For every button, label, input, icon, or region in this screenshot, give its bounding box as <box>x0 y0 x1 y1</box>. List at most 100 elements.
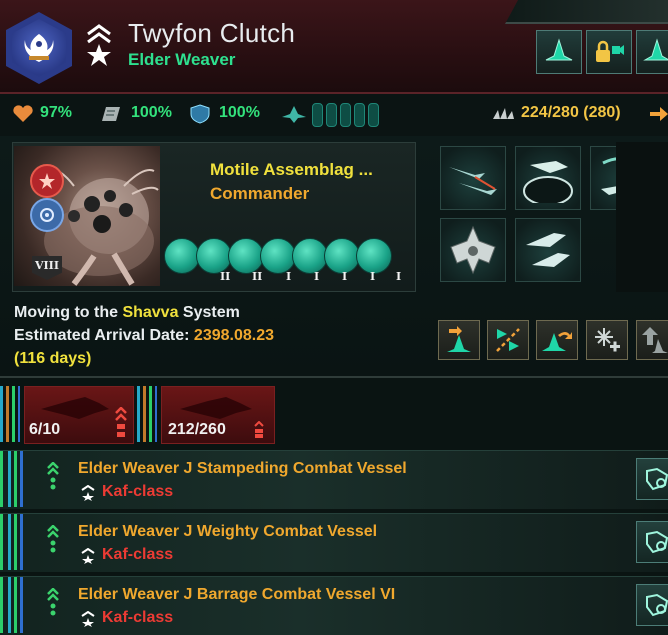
merge-fleet-button[interactable] <box>536 320 578 360</box>
group-count: 6/10 <box>29 421 61 438</box>
trait-rank: I <box>314 270 320 283</box>
trait-icon[interactable] <box>164 238 200 274</box>
titan-icon <box>450 225 496 275</box>
row-stripe <box>8 514 11 570</box>
commander-level-text: VIII <box>35 259 59 272</box>
class-rank-icon <box>81 611 95 627</box>
group-stripe <box>18 386 20 442</box>
move-fleet-icon <box>447 326 471 352</box>
rank-chevrons-icon <box>115 407 127 437</box>
cloak-icon <box>282 106 306 123</box>
fleet-type: Elder Weaver <box>128 50 236 69</box>
arrival-date: 2398.08.23 <box>193 327 274 344</box>
trait-icon[interactable] <box>324 238 360 274</box>
destination-system[interactable]: Shavva <box>122 304 178 321</box>
ship-design-corvette[interactable] <box>440 146 506 210</box>
frigate-icon <box>526 233 570 267</box>
row-stripe <box>20 514 23 570</box>
fleet-name[interactable]: Twyfon Clutch <box>128 18 295 49</box>
corvette-icon <box>449 167 497 195</box>
lock-camera-button[interactable] <box>586 30 632 74</box>
arrival-label: Estimated Arrival Date: <box>14 327 194 344</box>
row-stripe <box>8 451 11 507</box>
ship-detail-button[interactable] <box>636 458 668 500</box>
rank-chevrons-icon <box>254 421 264 438</box>
trait-icon[interactable] <box>228 238 264 274</box>
move-fleet-button[interactable] <box>438 320 480 360</box>
ship-detail-icon <box>646 467 668 491</box>
group-stripe <box>155 386 157 442</box>
shield-icon <box>190 104 210 124</box>
row-stripe <box>20 451 23 507</box>
ship-class: Kaf-class <box>102 546 174 563</box>
commander-name[interactable]: Motile Assemblag ... <box>210 160 373 180</box>
group-stripe <box>143 386 146 442</box>
group-stripe <box>0 386 3 442</box>
naval-capacity-value: 224/280 (280) <box>521 104 621 121</box>
shield-value: 100% <box>219 104 260 121</box>
ship-design-titan[interactable] <box>440 218 506 282</box>
cloak-pip <box>340 103 351 127</box>
fleet-options-button[interactable] <box>636 30 668 74</box>
movement-suffix: System <box>178 304 240 321</box>
destroyer-icon <box>523 161 573 203</box>
group-stripe <box>149 386 152 442</box>
ship-class: Kaf-class <box>102 609 174 626</box>
group-stripe <box>12 386 15 442</box>
fleet-options-icon <box>643 38 668 61</box>
class-rank-icon <box>81 485 95 501</box>
armor-icon <box>102 107 120 121</box>
ship-group-tile[interactable]: 6/10 <box>24 386 134 444</box>
ship-silhouette-icon <box>41 397 109 419</box>
trait-rank: I <box>370 270 376 283</box>
upgrade-button[interactable] <box>636 320 668 360</box>
commander-portrait[interactable]: VIII <box>14 146 160 286</box>
ship-rank-icon <box>47 588 59 616</box>
ship-row[interactable] <box>0 450 668 509</box>
arrow-right-icon[interactable] <box>650 106 668 122</box>
ship-group-tile[interactable]: 212/260 <box>161 386 275 444</box>
row-stripe <box>14 514 17 570</box>
trait-icon[interactable] <box>196 238 232 274</box>
movement-destination: Moving to the Shavva System <box>14 304 240 322</box>
trait-icon[interactable] <box>260 238 296 274</box>
hull-health-icon <box>13 105 33 122</box>
cloak-pip <box>326 103 337 127</box>
ship-name: Elder Weaver J Barrage Combat Vessel VI <box>78 586 396 603</box>
ship-name: Elder Weaver J Stampeding Combat Vessel <box>78 460 407 477</box>
trait-rank: II <box>252 270 263 283</box>
row-stripe <box>8 577 11 633</box>
ship-detail-icon <box>646 593 668 617</box>
cloak-pip <box>354 103 365 127</box>
hull-health-value: 97% <box>40 104 73 121</box>
trait-icon[interactable] <box>356 238 392 274</box>
ship-row[interactable] <box>0 576 668 635</box>
divider <box>0 376 668 378</box>
trait-icon[interactable] <box>292 238 328 274</box>
commander-role: Commander <box>210 184 310 203</box>
ship-detail-button[interactable] <box>636 521 668 563</box>
row-stripe <box>0 514 3 570</box>
ship-design-destroyer[interactable] <box>515 146 581 210</box>
patrol-button[interactable] <box>487 320 529 360</box>
ship-detail-button[interactable] <box>636 584 668 626</box>
row-stripe <box>0 577 3 633</box>
reinforce-icon <box>595 328 620 352</box>
fleet-manager-button[interactable] <box>536 30 582 74</box>
cloak-pip <box>368 103 379 127</box>
cloak-pip <box>312 103 323 127</box>
ship-name: Elder Weaver J Weighty Combat Vessel <box>78 523 378 540</box>
ship-row[interactable] <box>0 513 668 572</box>
ship-rank-icon <box>47 525 59 553</box>
class-rank-icon <box>81 548 95 564</box>
trait-rank: II <box>220 270 231 283</box>
upgrade-icon <box>642 327 668 353</box>
ship-design-frigate[interactable] <box>515 218 581 282</box>
lock-camera-icon <box>596 40 624 62</box>
ship-silhouette-icon <box>180 397 252 419</box>
header-decoration <box>505 0 668 24</box>
arrival-date-line: Estimated Arrival Date: 2398.08.23 <box>14 327 274 345</box>
ship-class: Kaf-class <box>102 483 174 500</box>
group-stripe <box>6 386 9 442</box>
reinforce-button[interactable] <box>586 320 628 360</box>
